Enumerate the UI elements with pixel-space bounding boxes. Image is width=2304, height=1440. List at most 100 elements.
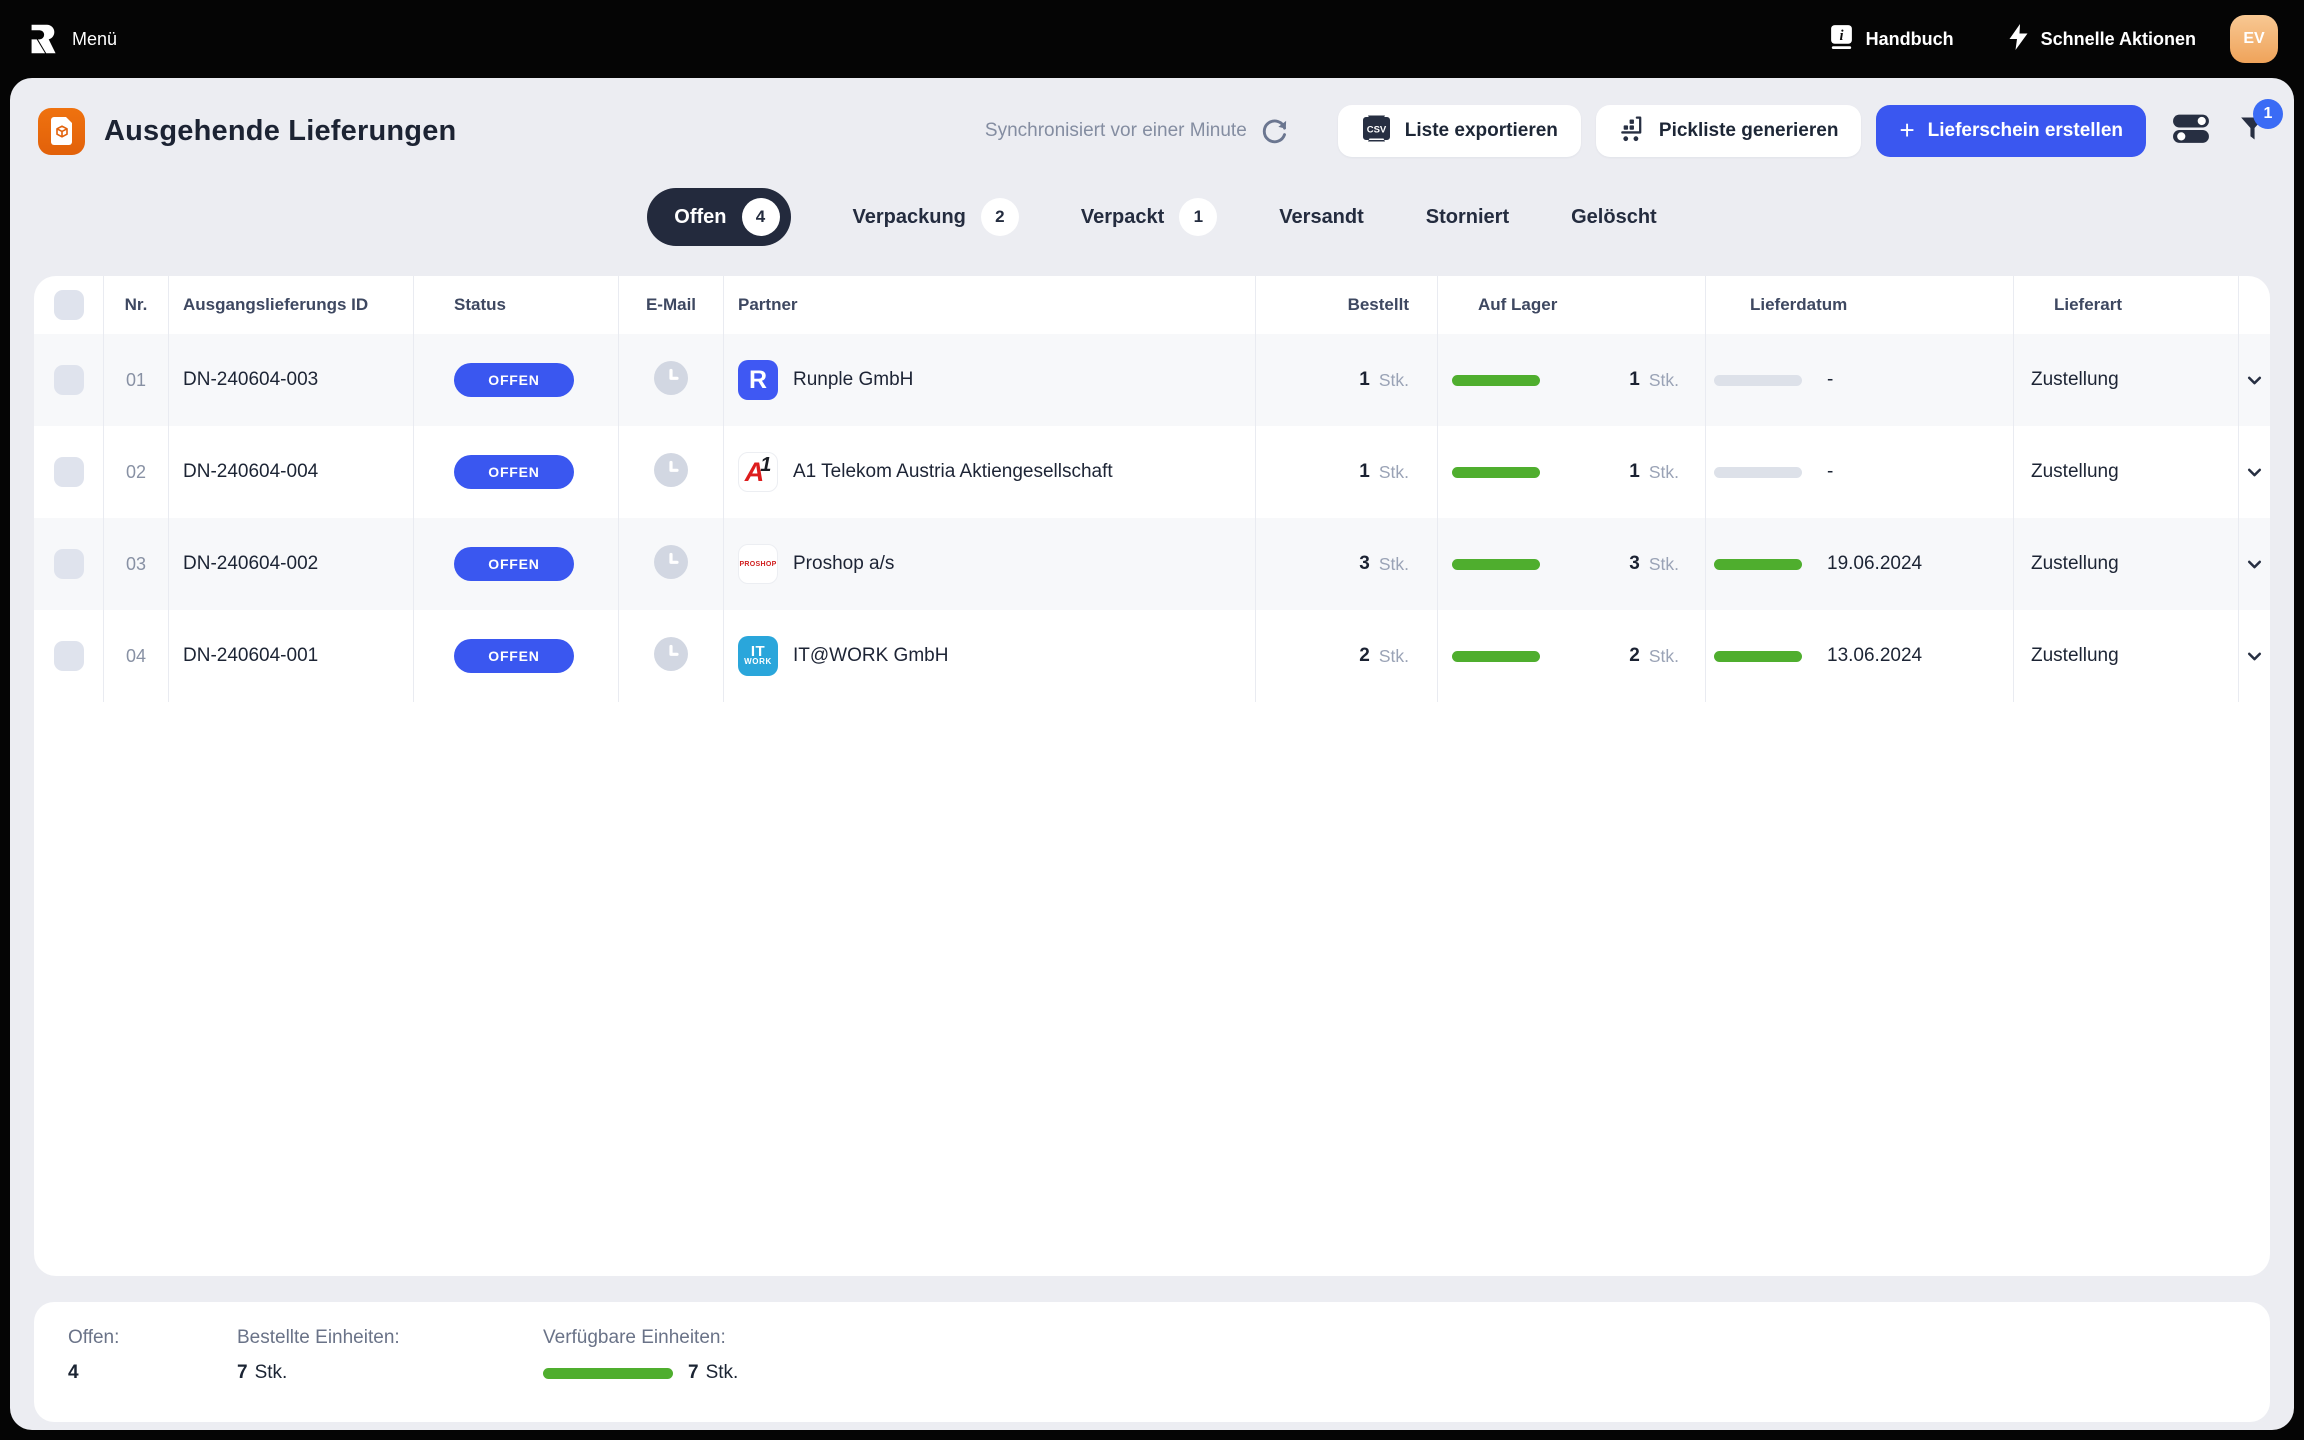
row-checkbox[interactable] bbox=[54, 457, 84, 487]
sync-status-text: Synchronisiert vor einer Minute bbox=[985, 120, 1247, 142]
ordered-qty: 1 bbox=[1359, 369, 1370, 391]
summary-footer: Offen: 4 Bestellte Einheiten: 7 Stk. Verf… bbox=[34, 1302, 2270, 1422]
partner-logo: PROSHOP bbox=[738, 544, 778, 584]
delivery-date-progress-bar bbox=[1714, 375, 1802, 386]
table-row[interactable]: 04 DN-240604-001 OFFEN ITWORK IT@WORK Gm… bbox=[34, 610, 2270, 702]
delivery-id: DN-240604-003 bbox=[169, 334, 414, 426]
row-expand-chevron-icon[interactable] bbox=[2239, 518, 2270, 610]
stock-progress-bar bbox=[1452, 559, 1540, 570]
col-header-id: Ausgangslieferungs ID bbox=[169, 276, 414, 334]
tab-storniert[interactable]: Storniert bbox=[1426, 206, 1509, 229]
ordered-qty: 1 bbox=[1359, 461, 1370, 483]
ordered-qty: 2 bbox=[1359, 645, 1370, 667]
lightning-icon bbox=[2006, 23, 2030, 56]
delivery-id: DN-240604-002 bbox=[169, 518, 414, 610]
stock-qty: 3 bbox=[1629, 553, 1640, 575]
main-content: Ausgehende Lieferungen Synchronisiert vo… bbox=[10, 78, 2294, 1430]
tab-versandt[interactable]: Versandt bbox=[1279, 206, 1363, 229]
quick-actions-button[interactable]: Schnelle Aktionen bbox=[2006, 23, 2196, 56]
delivery-type: Zustellung bbox=[2014, 426, 2239, 518]
tab-label: Storniert bbox=[1426, 206, 1509, 229]
row-expand-chevron-icon[interactable] bbox=[2239, 334, 2270, 426]
runple-logo-icon bbox=[28, 22, 58, 56]
table-settings-button[interactable] bbox=[2171, 112, 2212, 150]
tab-count-badge: 2 bbox=[981, 198, 1019, 236]
table-row[interactable]: 03 DN-240604-002 OFFEN PROSHOP Proshop a… bbox=[34, 518, 2270, 610]
tab-label: Gelöscht bbox=[1571, 206, 1657, 229]
summary-ordered-value: 7 bbox=[237, 1362, 248, 1384]
col-header-stock: Auf Lager bbox=[1438, 276, 1706, 334]
table-header-row: Nr. Ausgangslieferungs ID Status E-Mail … bbox=[34, 276, 2270, 334]
summary-available-unit: Stk. bbox=[706, 1362, 739, 1384]
partner-logo: R bbox=[738, 360, 778, 400]
export-list-button[interactable]: CSV Liste exportieren bbox=[1338, 105, 1581, 157]
tab-offen[interactable]: Offen 4 bbox=[647, 188, 790, 246]
partner-logo-text: WORK bbox=[744, 659, 772, 666]
delivery-date-progress-bar bbox=[1714, 467, 1802, 478]
status-tabs: Offen 4 Verpackung 2 Verpackt 1 Versandt… bbox=[10, 188, 2294, 246]
delivery-type: Zustellung bbox=[2014, 518, 2239, 610]
summary-open-value: 4 bbox=[68, 1362, 237, 1384]
user-avatar[interactable]: EV bbox=[2230, 15, 2278, 63]
ordered-qty: 3 bbox=[1359, 553, 1370, 575]
stock-qty: 1 bbox=[1629, 461, 1640, 483]
tab-verpackt[interactable]: Verpackt 1 bbox=[1081, 198, 1217, 236]
row-checkbox[interactable] bbox=[54, 549, 84, 579]
row-number: 03 bbox=[104, 518, 169, 610]
row-expand-chevron-icon[interactable] bbox=[2239, 610, 2270, 702]
export-list-label: Liste exportieren bbox=[1405, 120, 1558, 142]
filter-button[interactable]: 1 bbox=[2237, 113, 2268, 149]
delivery-date: 13.06.2024 bbox=[1827, 645, 1922, 667]
partner-logo-text: R bbox=[749, 366, 767, 395]
stock-unit: Stk. bbox=[1649, 462, 1679, 483]
delivery-date-progress-bar bbox=[1714, 651, 1802, 662]
row-checkbox[interactable] bbox=[54, 365, 84, 395]
stock-unit: Stk. bbox=[1649, 370, 1679, 391]
delivery-date-progress-bar bbox=[1714, 559, 1802, 570]
create-delivery-note-button[interactable]: + Lieferschein erstellen bbox=[1876, 105, 2146, 157]
delivery-date: - bbox=[1827, 369, 1833, 391]
row-checkbox[interactable] bbox=[54, 641, 84, 671]
status-badge: OFFEN bbox=[454, 363, 574, 397]
stock-qty: 1 bbox=[1629, 369, 1640, 391]
generate-picklist-button[interactable]: Pickliste generieren bbox=[1596, 105, 1862, 157]
select-all-checkbox[interactable] bbox=[54, 290, 84, 320]
refresh-icon[interactable] bbox=[1260, 117, 1289, 146]
tab-label: Versandt bbox=[1279, 206, 1363, 229]
table-row[interactable]: 02 DN-240604-004 OFFEN A1 A1 Telekom Aus… bbox=[34, 426, 2270, 518]
tab-geloescht[interactable]: Gelöscht bbox=[1571, 206, 1657, 229]
email-pending-clock-icon bbox=[654, 637, 688, 676]
summary-available-value: 7 bbox=[688, 1362, 699, 1384]
stock-qty: 2 bbox=[1629, 645, 1640, 667]
summary-ordered-label: Bestellte Einheiten: bbox=[237, 1327, 543, 1349]
ordered-unit: Stk. bbox=[1379, 646, 1409, 667]
row-number: 04 bbox=[104, 610, 169, 702]
tab-verpackung[interactable]: Verpackung 2 bbox=[853, 198, 1019, 236]
summary-open-label: Offen: bbox=[68, 1327, 237, 1349]
row-number: 01 bbox=[104, 334, 169, 426]
delivery-date: 19.06.2024 bbox=[1827, 553, 1922, 575]
summary-available-label: Verfügbare Einheiten: bbox=[543, 1327, 738, 1349]
row-number: 02 bbox=[104, 426, 169, 518]
partner-logo: A1 bbox=[738, 452, 778, 492]
stock-progress-bar bbox=[1452, 651, 1540, 662]
delivery-type: Zustellung bbox=[2014, 610, 2239, 702]
handbook-button[interactable]: i Handbuch bbox=[1828, 23, 1954, 55]
col-header-partner: Partner bbox=[724, 276, 1256, 334]
menu-button[interactable]: Menü bbox=[28, 22, 117, 56]
row-expand-chevron-icon[interactable] bbox=[2239, 426, 2270, 518]
csv-file-icon: CSV bbox=[1361, 115, 1392, 148]
page-header: Ausgehende Lieferungen Synchronisiert vo… bbox=[38, 105, 2268, 157]
menu-label: Menü bbox=[72, 29, 117, 50]
stock-progress-bar bbox=[1452, 375, 1540, 386]
ordered-unit: Stk. bbox=[1379, 554, 1409, 575]
partner-name: Runple GmbH bbox=[793, 369, 913, 391]
tab-count-badge: 4 bbox=[742, 198, 780, 236]
table-row[interactable]: 01 DN-240604-003 OFFEN R Runple GmbH 1 St… bbox=[34, 334, 2270, 426]
handbook-icon: i bbox=[1828, 23, 1855, 55]
summary-available-bar bbox=[543, 1368, 673, 1379]
col-header-ordered: Bestellt bbox=[1256, 276, 1438, 334]
quick-actions-label: Schnelle Aktionen bbox=[2041, 29, 2196, 50]
col-header-type: Lieferart bbox=[2014, 276, 2239, 334]
email-pending-clock-icon bbox=[654, 453, 688, 492]
